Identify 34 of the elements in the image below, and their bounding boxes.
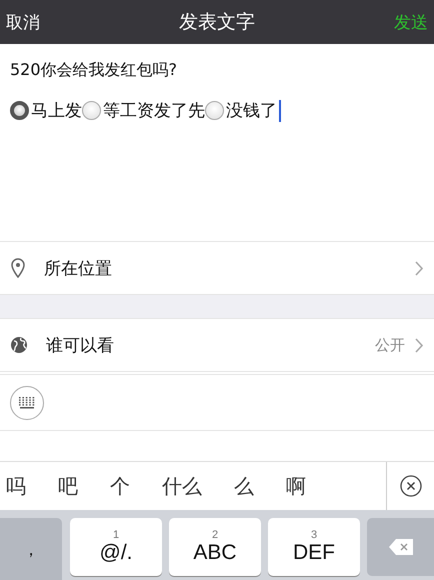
- keyboard-key[interactable]: 1 @/.: [70, 518, 162, 576]
- radio-icon[interactable]: [205, 101, 224, 120]
- poll-option[interactable]: 没钱了: [205, 99, 277, 122]
- radio-icon[interactable]: [82, 101, 101, 120]
- keyboard-icon: [18, 396, 36, 408]
- nav-title: 发表文字: [179, 10, 255, 35]
- question-text: 520你会给我发红包吗?: [10, 60, 178, 81]
- location-row[interactable]: 所在位置: [0, 241, 434, 295]
- keyboard-toggle-button[interactable]: [10, 386, 44, 420]
- send-button[interactable]: 发送: [394, 10, 428, 34]
- candidate-word[interactable]: 个: [110, 472, 130, 500]
- candidate-word[interactable]: 什么: [162, 472, 202, 500]
- candidate-word[interactable]: 啊: [286, 472, 306, 500]
- text-cursor: [279, 100, 281, 122]
- punctuation-key[interactable]: ，: [0, 518, 62, 580]
- close-icon: [400, 475, 422, 497]
- location-pin-icon: [10, 258, 26, 278]
- keyboard-key[interactable]: 2 ABC: [169, 518, 261, 576]
- poll-option[interactable]: 等工资发了先: [82, 99, 205, 122]
- candidate-word[interactable]: 吗: [6, 472, 26, 500]
- candidate-word[interactable]: 吧: [58, 472, 78, 500]
- candidate-word[interactable]: 么: [234, 472, 254, 500]
- backspace-icon: [388, 538, 414, 556]
- location-label: 所在位置: [44, 258, 113, 280]
- visibility-value: 公开: [375, 336, 405, 354]
- globe-icon: [10, 336, 28, 354]
- keyboard-key[interactable]: 3 DEF: [268, 518, 360, 576]
- poll-option[interactable]: 马上发: [10, 99, 82, 122]
- cancel-button[interactable]: 取消: [6, 10, 40, 34]
- chevron-icon: [415, 260, 424, 276]
- visibility-row[interactable]: 谁可以看 公开: [0, 318, 434, 372]
- radio-icon[interactable]: [10, 101, 29, 120]
- visibility-label: 谁可以看: [46, 334, 115, 356]
- chevron-icon: [415, 338, 424, 352]
